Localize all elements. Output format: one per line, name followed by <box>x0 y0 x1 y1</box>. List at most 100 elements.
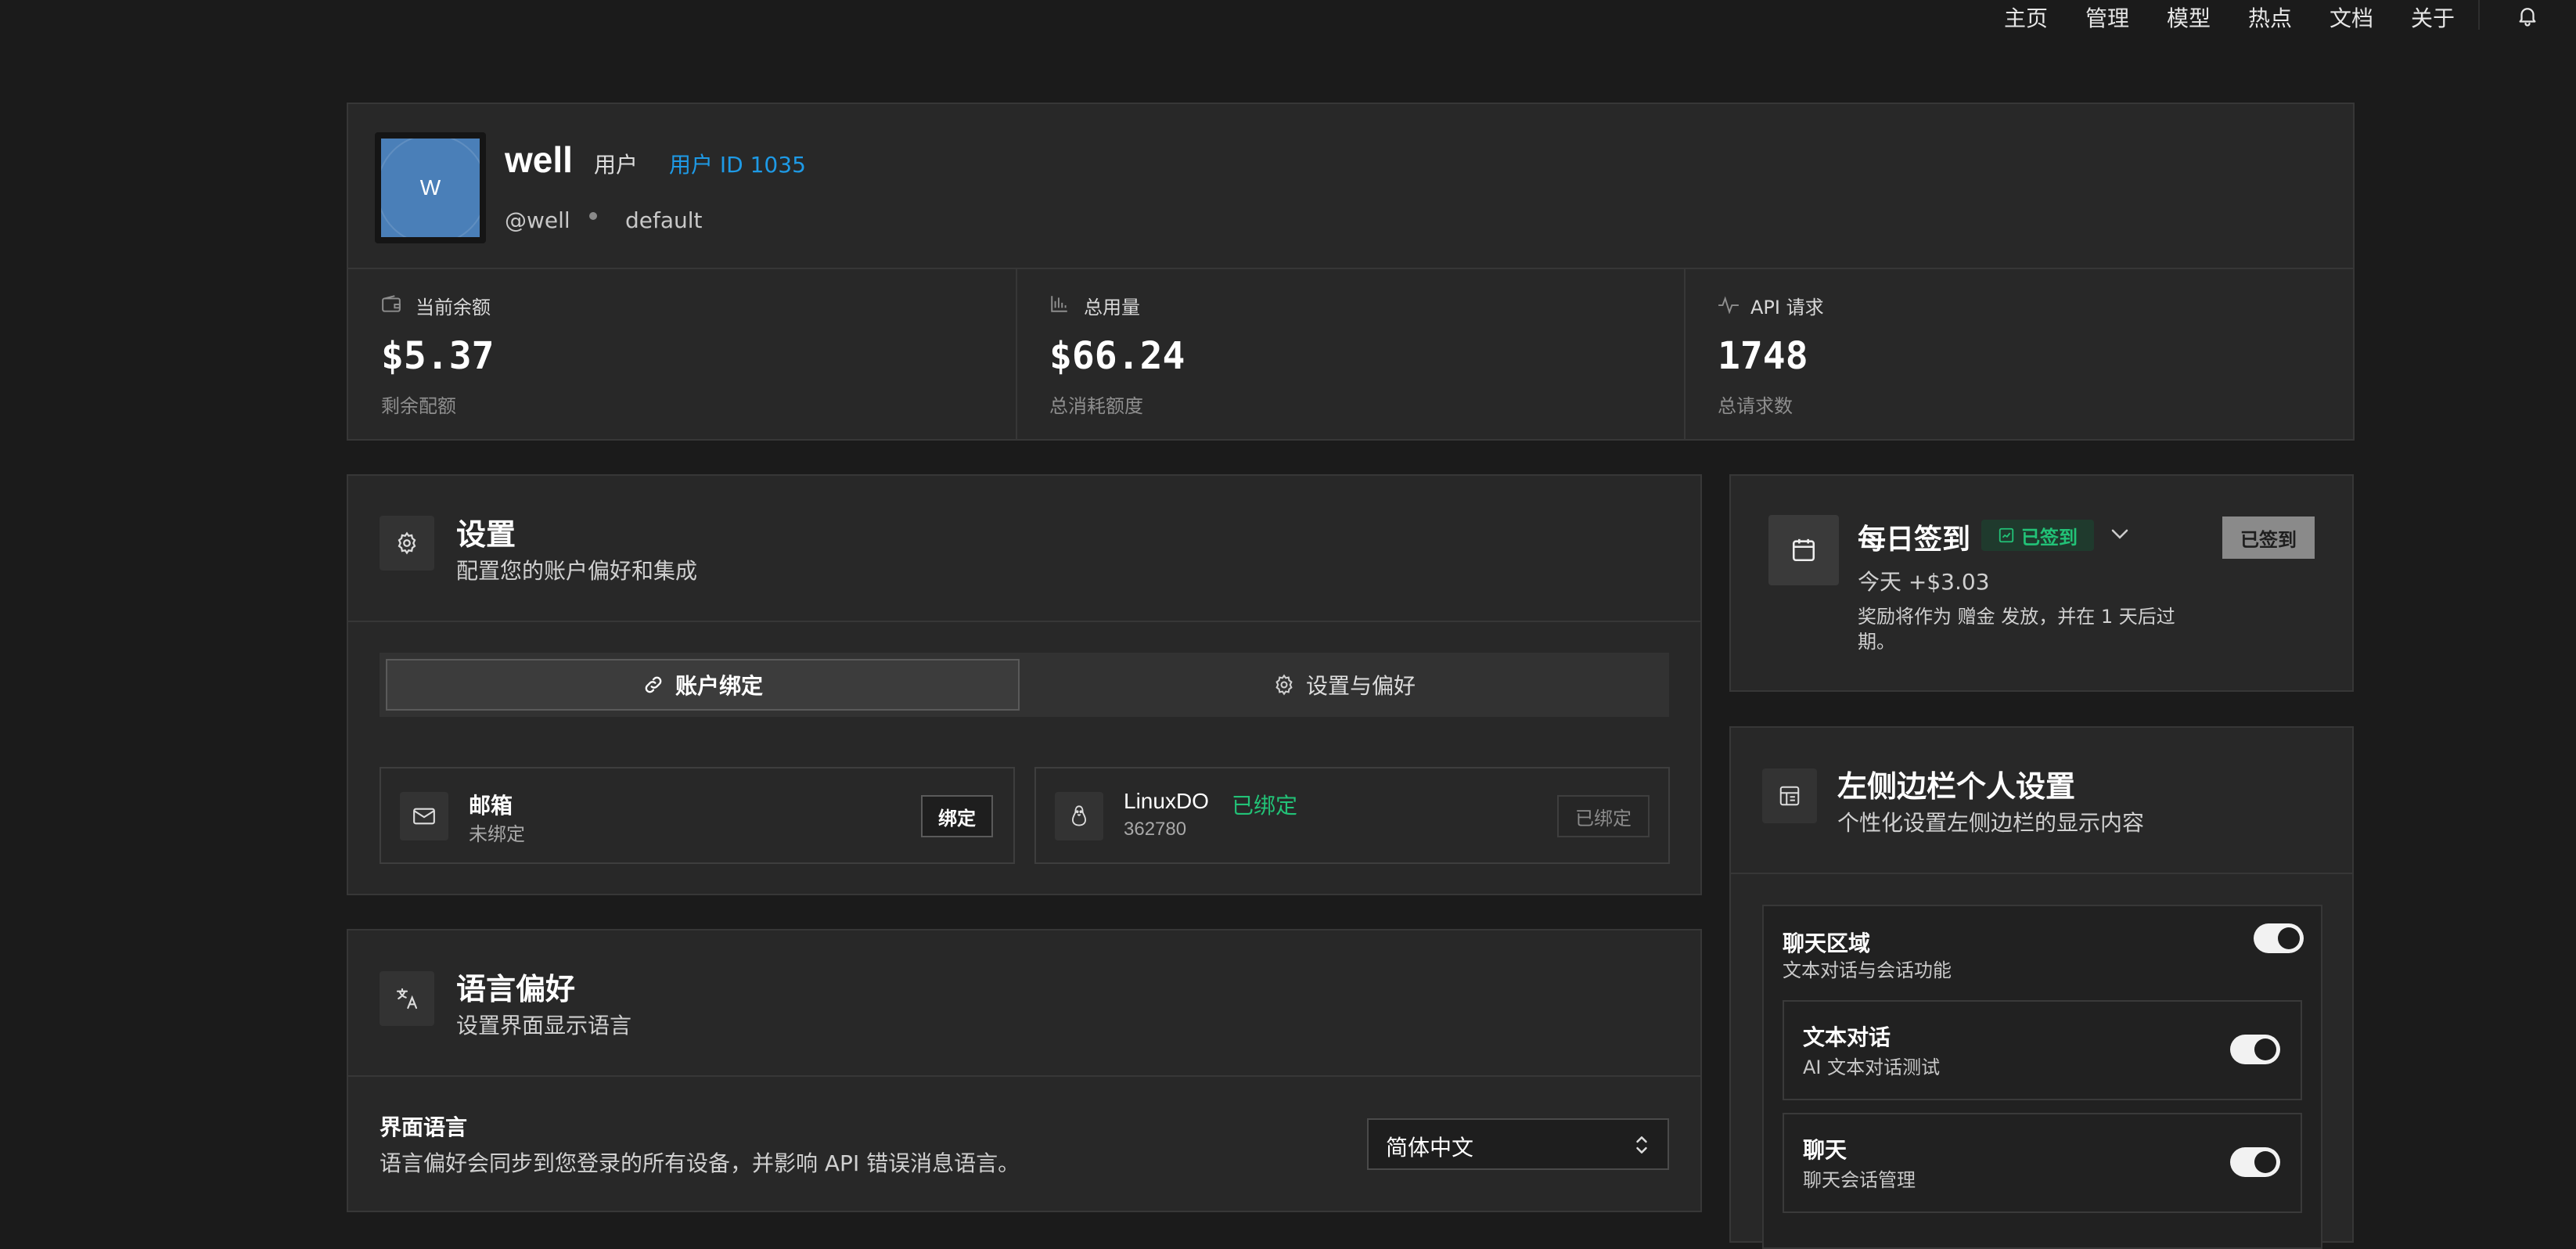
top-nav: 主页 管理 模型 热点 文档 关于 <box>0 0 2576 34</box>
chat-section-desc: 文本对话与会话功能 <box>1783 959 1952 981</box>
text-chat-toggle[interactable] <box>2230 1035 2280 1064</box>
sidebar-settings-subtitle: 个性化设置左侧边栏的显示内容 <box>1837 810 2145 836</box>
avatar-frame: W <box>375 132 486 243</box>
stat-balance-sub: 剩余配额 <box>381 395 456 417</box>
chat-section-toggle[interactable] <box>2254 923 2304 953</box>
checkin-note-line2: 期。 <box>1858 631 1895 653</box>
nav-admin[interactable]: 管理 <box>2085 2 2129 33</box>
penguin-icon <box>1071 805 1087 826</box>
stat-balance-label: 当前余额 <box>416 297 491 319</box>
link-icon <box>645 676 662 693</box>
activity-icon <box>1718 295 1740 314</box>
chat-desc: 聊天会话管理 <box>1803 1169 1916 1191</box>
language-select-value: 简体中文 <box>1386 1135 1474 1161</box>
checkin-today: 今天 +$3.03 <box>1858 569 1990 595</box>
stat-usage-label: 总用量 <box>1084 297 1140 319</box>
profile-group: default <box>625 207 703 233</box>
checkin-card: 每日签到 已签到 今天 +$3.03 奖励将作为 赠金 发放，并在 1 天后过 … <box>1729 474 2354 692</box>
layout-icon-box <box>1762 768 1817 823</box>
checkin-badge-label: 已签到 <box>2021 526 2078 549</box>
profile-handle: @well <box>505 207 570 233</box>
gear-icon <box>398 531 416 555</box>
stat-requests-sub: 总请求数 <box>1718 395 1793 417</box>
text-chat-desc: AI 文本对话测试 <box>1803 1056 1941 1078</box>
linuxdo-title: LinuxDO <box>1124 789 1209 813</box>
calendar-icon <box>1792 538 1815 562</box>
checkin-status-badge: 已签到 <box>1981 520 2094 551</box>
chat-section: 聊天区域 文本对话与会话功能 文本对话 AI 文本对话测试 聊天 聊天会话管理 <box>1762 905 2322 1249</box>
stat-requests-label: API 请求 <box>1750 297 1824 319</box>
calendar-icon-box <box>1768 515 1839 585</box>
language-field-desc: 语言偏好会同步到您登录的所有设备，并影响 API 错误消息语言。 <box>380 1150 1020 1176</box>
stat-usage-value: $66.24 <box>1049 334 1185 378</box>
email-status: 未绑定 <box>469 823 525 845</box>
linuxdo-binding-row: LinuxDO 已绑定 362780 已绑定 <box>1034 767 1670 864</box>
language-card: 语言偏好 设置界面显示语言 界面语言 语言偏好会同步到您登录的所有设备，并影响 … <box>347 929 1702 1212</box>
chat-toggle[interactable] <box>2230 1147 2280 1177</box>
language-select[interactable]: 简体中文 <box>1367 1118 1669 1170</box>
nav-models[interactable]: 模型 <box>2167 2 2211 33</box>
text-chat-item: 文本对话 AI 文本对话测试 <box>1783 1000 2302 1100</box>
stat-balance-value: $5.37 <box>381 334 495 378</box>
translate-icon-box <box>380 971 434 1026</box>
linuxdo-bound-badge: 已绑定 <box>1232 793 1298 819</box>
language-title: 语言偏好 <box>456 972 576 1006</box>
nav-about[interactable]: 关于 <box>2411 2 2455 33</box>
text-chat-title: 文本对话 <box>1803 1024 1891 1050</box>
linuxdo-icon-box <box>1055 792 1103 840</box>
nav-home[interactable]: 主页 <box>2004 2 2048 33</box>
tab-account-binding[interactable]: 账户绑定 <box>386 659 1020 711</box>
settings-title: 设置 <box>456 517 516 552</box>
chat-section-title: 聊天区域 <box>1783 930 1871 956</box>
stat-requests-value: 1748 <box>1718 334 1808 378</box>
chevron-down-icon[interactable] <box>2110 527 2130 542</box>
language-field-label: 界面语言 <box>380 1114 468 1140</box>
sidebar-settings-card: 左侧边栏个人设置 个性化设置左侧边栏的显示内容 聊天区域 文本对话与会话功能 文… <box>1729 726 2354 1249</box>
layout-icon <box>1779 786 1800 806</box>
sidebar-settings-title: 左侧边栏个人设置 <box>1837 769 2076 804</box>
profile-user-id: 用户 ID 1035 <box>669 152 806 178</box>
avatar[interactable]: W <box>381 139 480 237</box>
profile-name: well <box>505 139 573 180</box>
separator-dot <box>589 212 597 220</box>
chart-check-icon <box>1999 527 2014 543</box>
email-title: 邮箱 <box>469 793 513 819</box>
nav-docs[interactable]: 文档 <box>2330 2 2373 33</box>
translate-icon <box>396 988 418 1010</box>
tab-preferences[interactable]: 设置与偏好 <box>1026 659 1663 711</box>
tab-preferences-label: 设置与偏好 <box>1305 673 1416 699</box>
settings-subtitle: 配置您的账户偏好和集成 <box>456 558 698 584</box>
checkin-title: 每日签到 <box>1858 524 1971 556</box>
settings-gear-icon-box <box>380 516 434 571</box>
divider <box>348 1075 1700 1077</box>
tab-account-binding-label: 账户绑定 <box>675 673 763 699</box>
chat-item: 聊天 聊天会话管理 <box>1783 1113 2302 1213</box>
settings-card: 设置 配置您的账户偏好和集成 账户绑定 设置与偏好 邮箱 未绑定 绑定 Linu… <box>347 474 1702 895</box>
language-subtitle: 设置界面显示语言 <box>456 1013 632 1038</box>
profile-card: W well 用户 用户 ID 1035 @well default 当前余额 … <box>347 103 2355 441</box>
bell-icon[interactable] <box>2516 3 2539 28</box>
bar-chart-icon <box>1049 293 1070 314</box>
email-binding-row: 邮箱 未绑定 绑定 <box>380 767 1015 864</box>
divider <box>348 268 2353 269</box>
mail-icon-box <box>400 792 448 840</box>
profile-role: 用户 <box>594 152 639 178</box>
checkin-button[interactable]: 已签到 <box>2222 517 2315 559</box>
wallet-icon <box>381 295 401 314</box>
nav-hot[interactable]: 热点 <box>2248 2 2292 33</box>
divider <box>348 621 1700 622</box>
mail-icon <box>413 808 435 825</box>
bind-email-button[interactable]: 绑定 <box>921 795 993 837</box>
linuxdo-id: 362780 <box>1124 819 1187 840</box>
stat-usage-sub: 总消耗额度 <box>1049 395 1143 417</box>
settings-tabs: 账户绑定 设置与偏好 <box>380 653 1669 717</box>
gear-icon <box>1275 674 1293 696</box>
divider <box>1684 269 1686 441</box>
checkin-note-line1: 奖励将作为 赠金 发放，并在 1 天后过 <box>1858 606 2175 628</box>
chat-title: 聊天 <box>1803 1137 1847 1163</box>
chevron-up-down-icon <box>1633 1134 1650 1156</box>
divider <box>1731 873 2352 874</box>
linuxdo-bound-button[interactable]: 已绑定 <box>1557 795 1650 837</box>
nav-divider <box>2478 0 2480 30</box>
divider <box>1016 269 1017 441</box>
